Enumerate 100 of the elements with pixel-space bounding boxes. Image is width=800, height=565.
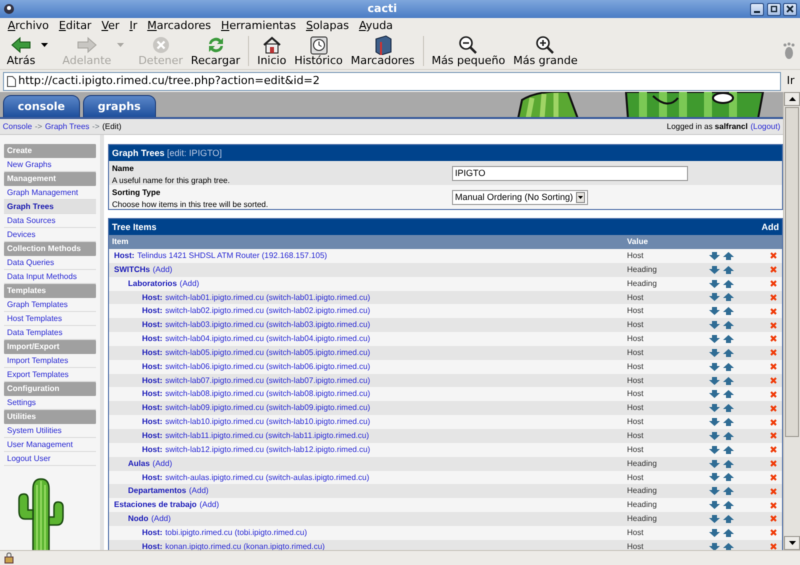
delete-icon[interactable] [770, 335, 777, 342]
move-down-icon[interactable] [709, 432, 720, 440]
delete-icon[interactable] [770, 349, 777, 356]
host-link[interactable]: switch-lab11.ipigto.rimed.cu (switch-lab11.ipigto.rimed.cu) [165, 428, 369, 443]
delete-icon[interactable] [770, 432, 777, 440]
delete-icon[interactable] [770, 363, 777, 370]
host-link[interactable]: switch-aulas.ipigto.rimed.cu (switch-aulas.ipigto.rimed.cu) [165, 470, 370, 484]
move-up-icon[interactable] [723, 446, 734, 454]
delete-icon[interactable] [770, 280, 777, 288]
delete-icon[interactable] [770, 252, 777, 260]
bookmarks-button[interactable]: Marcadores [346, 35, 419, 67]
move-up-icon[interactable] [723, 307, 734, 316]
move-down-icon[interactable] [709, 321, 720, 330]
sidebar-item[interactable]: Data Sources [4, 214, 96, 228]
move-down-icon[interactable] [709, 418, 720, 426]
move-down-icon[interactable] [709, 362, 720, 371]
delete-icon[interactable] [770, 308, 777, 315]
add-link[interactable]: (Add) [152, 456, 172, 470]
maximize-button[interactable] [766, 2, 780, 16]
sorting-select[interactable]: Manual Ordering (No Sorting) [452, 190, 588, 204]
heading-link[interactable]: Nodo [128, 512, 148, 526]
scroll-up-button[interactable] [784, 92, 800, 106]
delete-icon[interactable] [770, 294, 777, 301]
move-up-icon[interactable] [723, 321, 734, 330]
move-up-icon[interactable] [723, 432, 734, 440]
scrollbar-thumb[interactable] [785, 107, 799, 437]
move-up-icon[interactable] [723, 514, 734, 523]
heading-link[interactable]: Estaciones de trabajo [114, 498, 197, 512]
sidebar-item[interactable]: Host Templates [4, 312, 96, 326]
delete-icon[interactable] [770, 377, 777, 384]
breadcrumb-link[interactable]: Graph Trees [44, 120, 90, 132]
menu-item[interactable]: Ir [124, 18, 142, 33]
host-link[interactable]: switch-lab04.ipigto.rimed.cu (switch-lab04.ipigto.rimed.cu) [165, 332, 370, 346]
delete-icon[interactable] [770, 515, 777, 522]
add-link[interactable]: Add [762, 219, 779, 235]
host-link[interactable]: switch-lab06.ipigto.rimed.cu (switch-lab06.ipigto.rimed.cu) [165, 360, 370, 374]
add-link[interactable]: (Add) [152, 262, 172, 277]
name-field[interactable]: IPIGTO [452, 166, 688, 180]
menu-item[interactable]: Archivo [2, 18, 54, 33]
delete-icon[interactable] [770, 502, 777, 509]
move-up-icon[interactable] [723, 404, 734, 412]
heading-link[interactable]: Laboratorios [128, 276, 177, 291]
delete-icon[interactable] [770, 460, 777, 468]
app-icon[interactable] [2, 3, 15, 15]
host-link[interactable]: switch-lab07.ipigto.rimed.cu (switch-lab07.ipigto.rimed.cu) [165, 374, 370, 388]
delete-icon[interactable] [770, 543, 777, 550]
move-down-icon[interactable] [709, 528, 720, 537]
menu-item[interactable]: Herramientas [216, 18, 301, 33]
sidebar-item[interactable]: Graph Trees [4, 200, 96, 214]
move-up-icon[interactable] [723, 487, 734, 496]
host-link[interactable]: switch-lab01.ipigto.rimed.cu (switch-lab01.ipigto.rimed.cu) [165, 290, 370, 304]
move-up-icon[interactable] [723, 473, 734, 482]
move-down-icon[interactable] [709, 473, 720, 482]
move-up-icon[interactable] [723, 334, 734, 343]
host-link[interactable]: tobi.ipigto.rimed.cu (tobi.ipigto.rimed.cu) [165, 526, 308, 540]
host-link[interactable]: switch-lab03.ipigto.rimed.cu (switch-lab03.ipigto.rimed.cu) [165, 318, 370, 332]
sidebar-item[interactable]: Graph Templates [4, 298, 96, 312]
history-button[interactable]: Histórico [290, 35, 347, 67]
sidebar-item[interactable]: User Management [4, 438, 96, 452]
host-link[interactable]: switch-lab10.ipigto.rimed.cu (switch-lab10.ipigto.rimed.cu) [165, 415, 370, 429]
move-up-icon[interactable] [723, 528, 734, 537]
host-link[interactable]: Telindus 1421 SHDSL ATM Router (192.168.157.105) [137, 249, 328, 263]
host-link[interactable]: switch-lab09.ipigto.rimed.cu (switch-lab09.ipigto.rimed.cu) [165, 401, 370, 416]
move-down-icon[interactable] [709, 307, 720, 316]
add-link[interactable]: (Add) [151, 512, 171, 526]
move-up-icon[interactable] [723, 266, 734, 274]
move-up-icon[interactable] [723, 418, 734, 426]
scroll-down-button[interactable] [784, 536, 800, 550]
move-down-icon[interactable] [709, 446, 720, 454]
move-up-icon[interactable] [723, 501, 734, 510]
go-button[interactable]: Ir [784, 72, 798, 90]
move-up-icon[interactable] [723, 293, 734, 302]
move-up-icon[interactable] [723, 542, 734, 550]
move-down-icon[interactable] [709, 542, 720, 550]
home-button[interactable]: Inicio [253, 35, 290, 67]
move-up-icon[interactable] [723, 348, 734, 357]
move-down-icon[interactable] [709, 501, 720, 510]
menu-item[interactable]: Ver [96, 18, 124, 33]
move-up-icon[interactable] [723, 376, 734, 385]
delete-icon[interactable] [770, 404, 777, 412]
move-up-icon[interactable] [723, 460, 734, 468]
zoomout-button[interactable]: Más pequeño [428, 35, 510, 67]
move-down-icon[interactable] [709, 390, 720, 398]
sidebar-item[interactable]: System Utilities [4, 424, 96, 438]
host-link[interactable]: switch-lab12.ipigto.rimed.cu (switch-lab12.ipigto.rimed.cu) [165, 442, 370, 457]
menu-item[interactable]: Ayuda [354, 18, 398, 33]
host-link[interactable]: konan.ipigto.rimed.cu (konan.ipigto.rimed.cu) [165, 540, 325, 550]
move-down-icon[interactable] [709, 280, 720, 288]
move-up-icon[interactable] [723, 362, 734, 371]
menu-item[interactable]: Solapas [300, 18, 354, 33]
logout-link[interactable]: (Logout) [750, 120, 780, 132]
move-down-icon[interactable] [709, 348, 720, 357]
add-link[interactable]: (Add) [189, 484, 209, 498]
nav-tab[interactable]: console [2, 95, 80, 117]
move-down-icon[interactable] [709, 487, 720, 496]
address-field[interactable]: http://cacti.ipigto.rimed.cu/tree.php?action=edit&id=2 [2, 72, 782, 90]
delete-icon[interactable] [770, 266, 777, 274]
move-down-icon[interactable] [709, 252, 720, 260]
move-down-icon[interactable] [709, 376, 720, 385]
add-link[interactable]: (Add) [180, 276, 200, 291]
